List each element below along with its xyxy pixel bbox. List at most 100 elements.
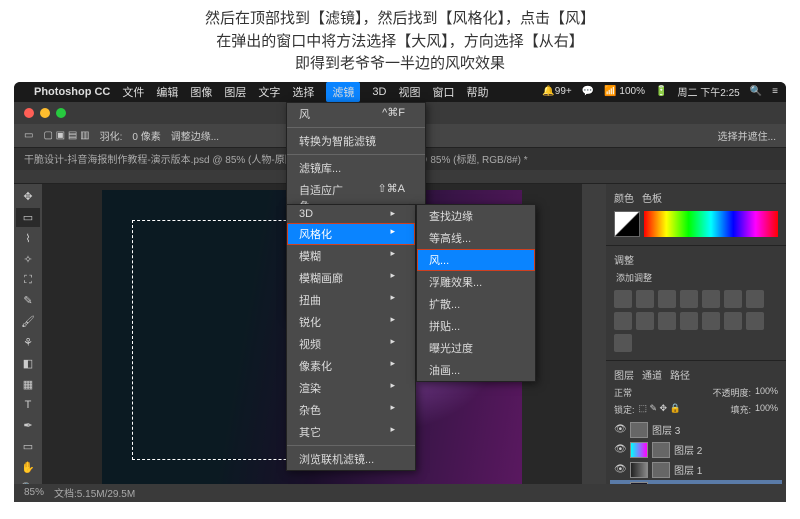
adj-invert-icon[interactable] <box>680 312 698 330</box>
adj-curves-icon[interactable] <box>658 290 676 308</box>
mask-thumbnail[interactable] <box>652 442 670 458</box>
adj-vibrance-icon[interactable] <box>702 290 720 308</box>
adj-color-lookup-icon[interactable] <box>658 312 676 330</box>
adj-photo-filter-icon[interactable] <box>614 312 632 330</box>
search-icon[interactable]: 🔍 <box>750 86 762 97</box>
layer-name[interactable]: 图层 2 <box>674 442 702 457</box>
mi-tiles[interactable]: 拼贴... <box>417 315 535 337</box>
mi-emboss[interactable]: 浮雕效果... <box>417 271 535 293</box>
move-tool[interactable]: ✥ <box>16 188 40 207</box>
maximize-button[interactable] <box>56 108 66 118</box>
gradient-tool[interactable]: ▦ <box>16 375 40 394</box>
adj-channel-mixer-icon[interactable] <box>636 312 654 330</box>
mi-other[interactable]: 其它 <box>287 421 415 443</box>
mi-blur-gallery[interactable]: 模糊画廊 <box>287 267 415 289</box>
layer-row[interactable]: 👁 图层 2 <box>610 440 782 460</box>
mi-wind[interactable]: 风... <box>417 249 535 271</box>
mi-find-edges[interactable]: 查找边缘 <box>417 205 535 227</box>
foreground-background-swatch[interactable] <box>614 211 640 237</box>
mi-distort[interactable]: 扭曲 <box>287 289 415 311</box>
menu-3d[interactable]: 3D <box>372 86 386 98</box>
layers-tab[interactable]: 图层 <box>614 367 634 382</box>
layer-name[interactable]: 图层 1 <box>674 462 702 477</box>
menu-edit[interactable]: 编辑 <box>156 84 178 100</box>
adj-gradient-map-icon[interactable] <box>746 312 764 330</box>
wechat-icon[interactable]: 💬 <box>582 86 594 97</box>
adjustments-tab[interactable]: 调整 <box>614 252 634 267</box>
refine-edge-button[interactable]: 调整边缘... <box>171 128 219 143</box>
layer-row[interactable]: 👁 图层 3 <box>610 420 782 440</box>
opacity-value[interactable]: 100% <box>755 386 778 399</box>
mi-video[interactable]: 视频 <box>287 333 415 355</box>
pen-tool[interactable]: ✒ <box>16 416 40 435</box>
select-and-mask-button[interactable]: 选择并遮住... <box>718 128 776 143</box>
minimize-button[interactable] <box>40 108 50 118</box>
layer-thumbnail[interactable] <box>630 422 648 438</box>
adj-bw-icon[interactable] <box>746 290 764 308</box>
visibility-icon[interactable]: 👁 <box>614 464 626 475</box>
mi-smart-filter[interactable]: 转换为智能滤镜 <box>287 130 425 152</box>
menu-type[interactable]: 文字 <box>258 84 280 100</box>
menu-help[interactable]: 帮助 <box>466 84 488 100</box>
menu-filter[interactable]: 滤镜 <box>326 82 360 102</box>
color-tab[interactable]: 颜色 <box>614 190 634 205</box>
fill-value[interactable]: 100% <box>755 403 778 416</box>
color-spectrum[interactable] <box>644 211 778 237</box>
clone-stamp-tool[interactable]: ⚘ <box>16 333 40 352</box>
brush-tool[interactable]: 🖌 <box>16 312 40 331</box>
mi-render[interactable]: 渲染 <box>287 377 415 399</box>
menu-layer[interactable]: 图层 <box>224 84 246 100</box>
feather-value[interactable]: 0 像素 <box>132 128 160 143</box>
mask-thumbnail[interactable] <box>652 462 670 478</box>
menu-file[interactable]: 文件 <box>122 84 144 100</box>
adj-levels-icon[interactable] <box>636 290 654 308</box>
menu-view[interactable]: 视图 <box>398 84 420 100</box>
collapsed-panels[interactable] <box>582 184 606 502</box>
adj-hue-icon[interactable] <box>724 290 742 308</box>
mi-solarize[interactable]: 曝光过度 <box>417 337 535 359</box>
menu-select[interactable]: 选择 <box>292 84 314 100</box>
mi-diffuse[interactable]: 扩散... <box>417 293 535 315</box>
adj-selective-color-icon[interactable] <box>614 334 632 352</box>
wifi-icon[interactable]: 📶 100% <box>604 86 645 97</box>
mi-filter-gallery[interactable]: 滤镜库... <box>287 157 425 179</box>
mi-browse-online[interactable]: 浏览联机滤镜... <box>287 448 415 470</box>
adj-brightness-icon[interactable] <box>614 290 632 308</box>
lock-icons[interactable]: ⬚ ✎ ✥ 🔒 <box>639 403 681 416</box>
eraser-tool[interactable]: ◧ <box>16 354 40 373</box>
menu-image[interactable]: 图像 <box>190 84 212 100</box>
layer-row[interactable]: 👁 图层 1 <box>610 460 782 480</box>
notification-badge[interactable]: 🔔99+ <box>542 86 571 97</box>
mi-sharpen[interactable]: 锐化 <box>287 311 415 333</box>
marquee-tool[interactable]: ▭ <box>16 208 40 227</box>
tool-preset[interactable]: ▭ <box>24 130 33 141</box>
blend-mode-select[interactable]: 正常 <box>614 386 632 399</box>
battery-icon[interactable]: 🔋 <box>655 86 667 97</box>
visibility-icon[interactable]: 👁 <box>614 444 626 455</box>
mi-last-filter[interactable]: 风^⌘F <box>287 103 425 125</box>
hand-tool[interactable]: ✋ <box>16 458 40 477</box>
document-size[interactable]: 文档:5.15M/29.5M <box>54 485 135 500</box>
marquee-mode-icons[interactable]: ▢ ▣ ▤ ▥ <box>43 130 89 141</box>
mi-blur[interactable]: 模糊 <box>287 245 415 267</box>
app-name[interactable]: Photoshop CC <box>34 86 110 98</box>
mi-noise[interactable]: 杂色 <box>287 399 415 421</box>
magic-wand-tool[interactable]: ✧ <box>16 250 40 269</box>
layer-thumbnail[interactable] <box>630 462 648 478</box>
adj-exposure-icon[interactable] <box>680 290 698 308</box>
channels-tab[interactable]: 通道 <box>642 367 662 382</box>
adj-threshold-icon[interactable] <box>724 312 742 330</box>
layer-thumbnail[interactable] <box>630 442 648 458</box>
zoom-level[interactable]: 85% <box>24 487 44 498</box>
lasso-tool[interactable]: ⌇ <box>16 229 40 248</box>
visibility-icon[interactable]: 👁 <box>614 424 626 435</box>
mi-oil-paint[interactable]: 油画... <box>417 359 535 381</box>
mi-pixelate[interactable]: 像素化 <box>287 355 415 377</box>
mi-trace-contour[interactable]: 等高线... <box>417 227 535 249</box>
mi-stylize[interactable]: 风格化 <box>287 223 415 245</box>
paths-tab[interactable]: 路径 <box>670 367 690 382</box>
clock[interactable]: 周二 下午2:25 <box>677 84 739 99</box>
shape-tool[interactable]: ▭ <box>16 437 40 456</box>
adj-posterize-icon[interactable] <box>702 312 720 330</box>
layer-name[interactable]: 图层 3 <box>652 422 680 437</box>
